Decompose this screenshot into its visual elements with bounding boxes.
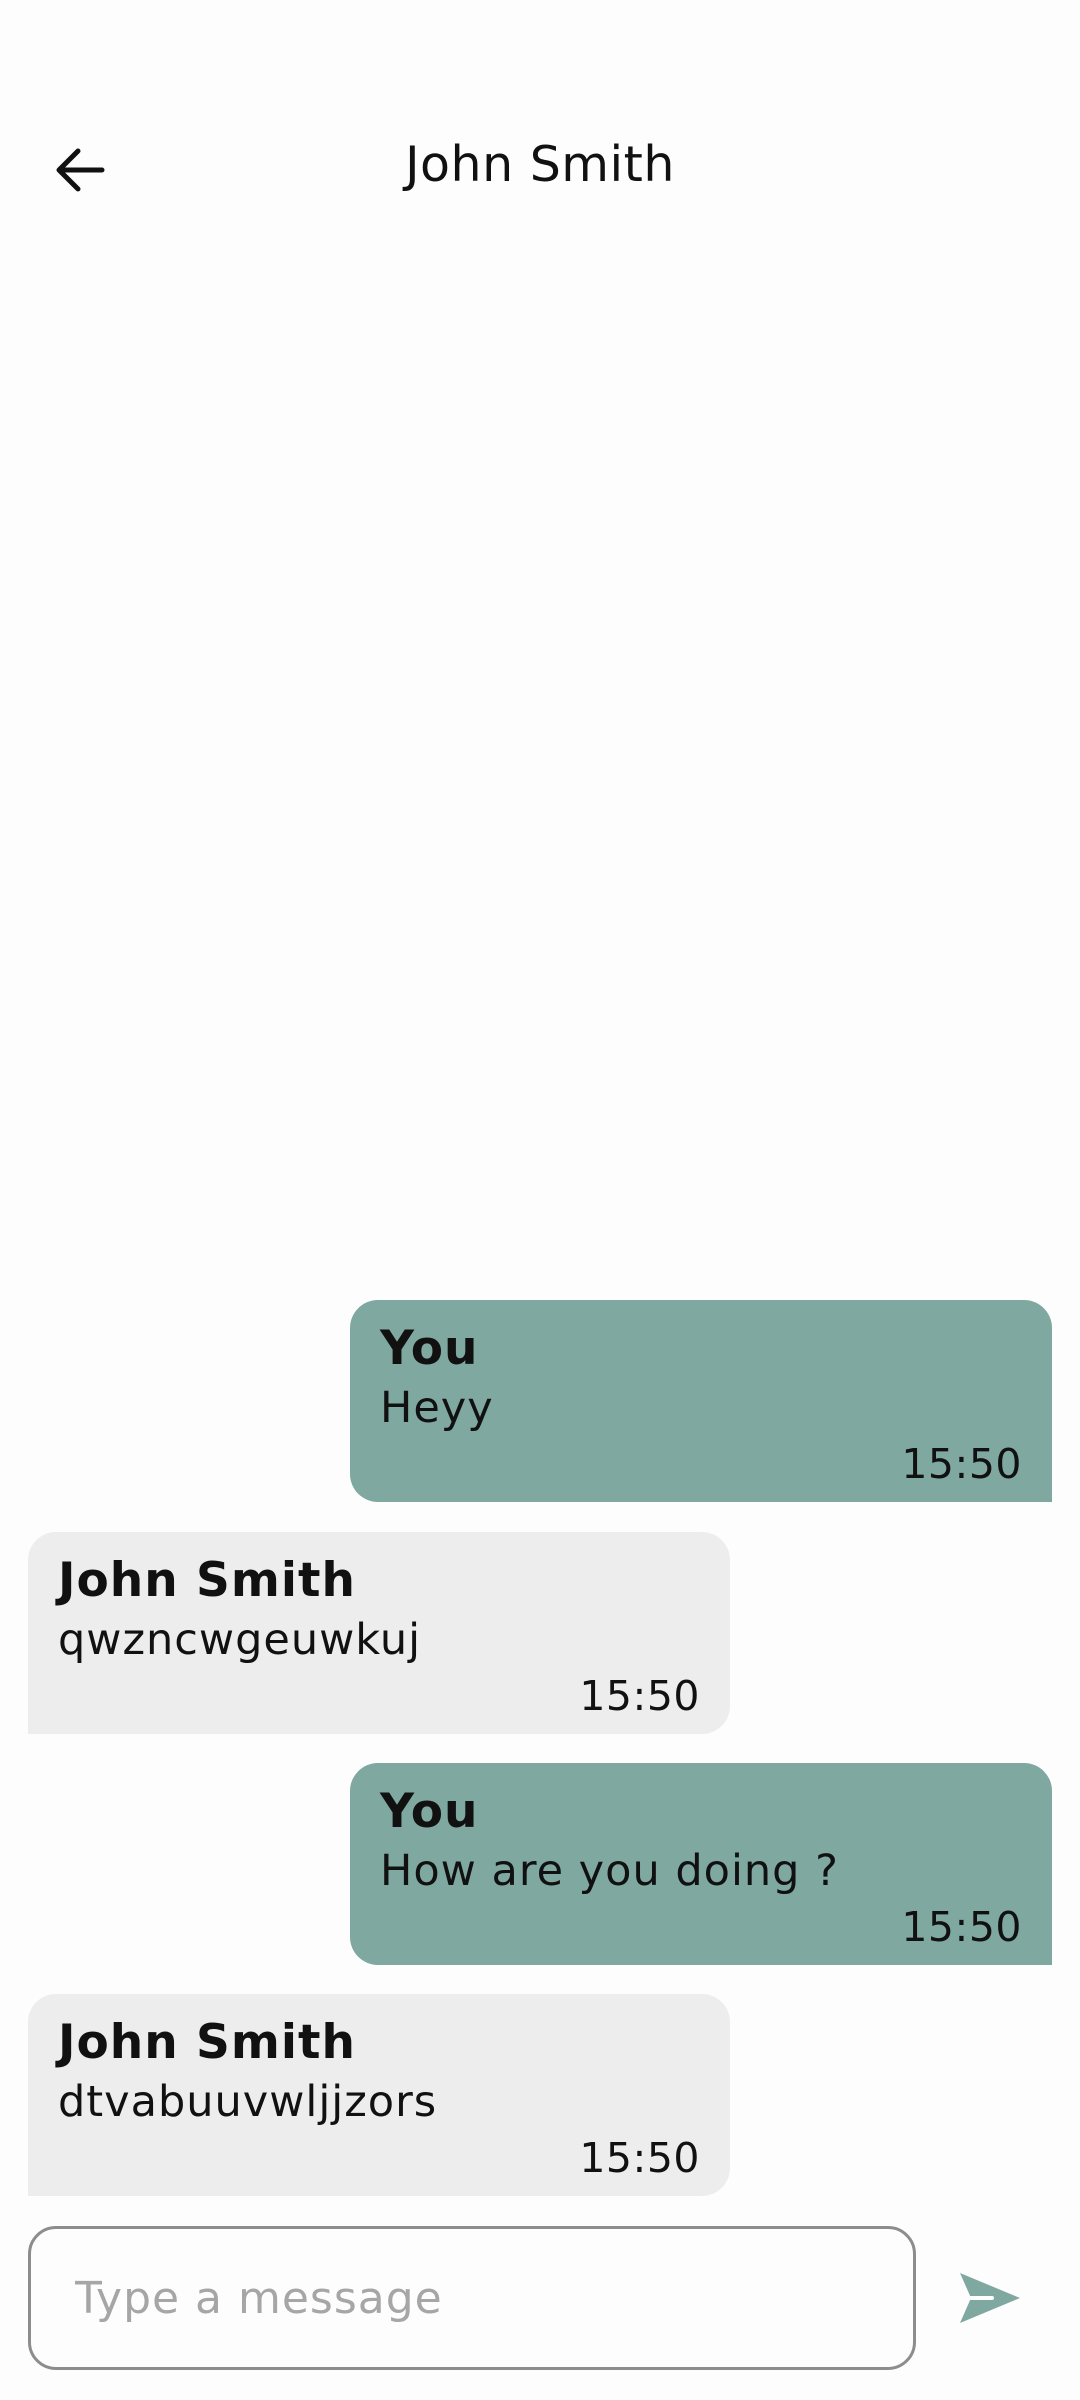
chat-header: John Smith <box>0 100 1080 230</box>
message-time: 15:50 <box>579 1672 700 1720</box>
message-bubble-sent: You Heyy 15:50 <box>350 1300 1052 1502</box>
message-sender: You <box>380 1321 479 1376</box>
message-sender: John Smith <box>58 1553 356 1608</box>
message-input-container[interactable] <box>28 2226 916 2370</box>
message-text: How are you doing ? <box>380 1846 839 1896</box>
message-text: dtvabuuvwljjzors <box>58 2077 438 2127</box>
message-text: qwzncwgeuwkuj <box>58 1615 422 1665</box>
send-button[interactable] <box>940 2246 1040 2350</box>
message-time: 15:50 <box>579 2134 700 2182</box>
message-bubble-received: John Smith dtvabuuvwljjzors 15:50 <box>28 1994 730 2196</box>
message-time: 15:50 <box>901 1440 1022 1488</box>
message-input[interactable] <box>73 2271 913 2325</box>
message-bubble-received: John Smith qwzncwgeuwkuj 15:50 <box>28 1532 730 1734</box>
message-text: Heyy <box>380 1383 494 1433</box>
send-icon <box>960 2273 1020 2323</box>
message-bubble-sent: You How are you doing ? 15:50 <box>350 1763 1052 1965</box>
message-sender: You <box>380 1784 479 1839</box>
message-sender: John Smith <box>58 2015 356 2070</box>
message-time: 15:50 <box>901 1903 1022 1951</box>
chat-screen: John Smith You Heyy 15:50 John Smith qwz… <box>0 0 1080 2400</box>
page-title: John Smith <box>405 136 675 193</box>
